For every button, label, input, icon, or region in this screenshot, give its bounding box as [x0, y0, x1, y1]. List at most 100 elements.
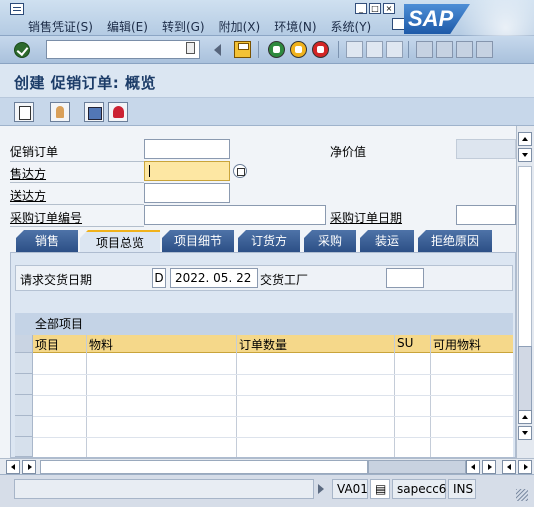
scroll-down-icon[interactable] [518, 148, 532, 162]
po-number-field[interactable] [144, 205, 326, 225]
col-header-order-quantity[interactable]: 订单数量 [239, 336, 287, 353]
ship-to-label: 送达方 [10, 189, 47, 203]
previous-page-icon[interactable] [436, 41, 453, 58]
window-controls: _ □ × [355, 3, 395, 14]
po-date-label: 采购订单日期 [330, 211, 403, 225]
status-message [14, 479, 314, 499]
po-date-field[interactable] [456, 205, 516, 225]
tab-item-detail[interactable]: 项目细节 [162, 230, 234, 252]
row-selector[interactable] [15, 416, 33, 437]
tab-procurement[interactable]: 采购 [304, 230, 356, 252]
first-page-icon[interactable] [416, 41, 433, 58]
display-document-icon[interactable] [14, 102, 34, 122]
row-selector[interactable] [15, 353, 33, 374]
save-icon[interactable] [234, 41, 251, 58]
scroll-left-icon[interactable] [6, 460, 20, 474]
tab-ordering-party[interactable]: 订货方 [238, 230, 300, 252]
scroll-track[interactable] [368, 460, 466, 474]
partner-icon[interactable] [50, 102, 70, 122]
col-header-material[interactable]: 物料 [89, 336, 113, 353]
value-help-icon[interactable] [233, 164, 247, 178]
header-output-icon[interactable] [108, 102, 128, 122]
status-expand-icon[interactable] [318, 484, 324, 494]
scroll-right-icon[interactable] [22, 460, 36, 474]
col-available-material: 可用物料 [431, 335, 513, 457]
print-icon[interactable] [346, 41, 363, 58]
scroll-left-icon[interactable] [466, 460, 480, 474]
header-details-icon[interactable] [84, 102, 104, 122]
tab-panel: 请求交货日期 D 2022. 05. 22 交货工厂 全部项目 项目 物料 订单… [10, 252, 516, 458]
col-header-item[interactable]: 项目 [35, 336, 59, 353]
col-order-quantity: 订单数量 [237, 335, 395, 457]
page-title: 创建 促销订单: 概览 [14, 74, 156, 92]
row-selector[interactable] [15, 437, 33, 457]
last-page-icon[interactable] [476, 41, 493, 58]
minimize-icon[interactable]: _ [355, 3, 367, 14]
scroll-thumb[interactable] [40, 460, 368, 474]
menu-item-document[interactable]: 销售凭证(S) [28, 18, 93, 35]
scroll-up-icon[interactable] [518, 410, 532, 424]
menu-item-edit[interactable]: 编辑(E) [107, 18, 148, 35]
toolbar-separator [338, 41, 339, 58]
col-header-su[interactable]: SU [397, 336, 413, 350]
req-delivery-date-field[interactable]: 2022. 05. 22 [170, 268, 258, 288]
menu-item-extras[interactable]: 附加(X) [219, 18, 261, 35]
enter-checkmark-icon[interactable] [14, 42, 30, 58]
sold-to-field[interactable] [144, 161, 230, 181]
application-toolbar [0, 98, 534, 126]
table-row [33, 374, 513, 375]
server-list-icon[interactable]: ▤ [370, 479, 390, 499]
row-selector[interactable] [15, 374, 33, 395]
command-field[interactable] [46, 40, 200, 59]
command-history-icon[interactable] [186, 42, 195, 54]
server-name: sapecc6 [392, 479, 446, 499]
select-all-cell[interactable] [15, 335, 33, 353]
delivery-date-row: 请求交货日期 D 2022. 05. 22 交货工厂 [15, 265, 513, 291]
scroll-right-icon[interactable] [482, 460, 496, 474]
horizontal-scrollbar[interactable] [0, 458, 534, 474]
find-next-icon[interactable] [386, 41, 403, 58]
table-title: 全部项目 [15, 313, 513, 335]
label-underline [10, 204, 144, 205]
close-icon[interactable]: × [383, 3, 395, 14]
maximize-icon[interactable]: □ [369, 3, 381, 14]
menu-item-goto[interactable]: 转到(G) [162, 18, 205, 35]
promo-order-label: 促销订单 [10, 145, 59, 159]
find-icon[interactable] [366, 41, 383, 58]
delivering-plant-field[interactable] [386, 268, 424, 288]
text-cursor [149, 165, 150, 177]
ship-to-field[interactable] [144, 183, 230, 203]
resize-grip-icon[interactable] [516, 489, 528, 501]
toolbar-separator [258, 41, 259, 58]
row-selector[interactable] [15, 395, 33, 416]
tab-strip: 销售 项目总览 项目细节 订货方 采购 装运 拒绝原因 [10, 230, 516, 252]
date-format-field[interactable]: D [152, 268, 166, 288]
cancel-icon[interactable] [312, 41, 329, 58]
toolbar-separator [408, 41, 409, 58]
arrow-left-icon[interactable] [214, 44, 221, 56]
tab-sales[interactable]: 销售 [16, 230, 78, 252]
exit-icon[interactable] [290, 41, 307, 58]
req-delivery-date-label: 请求交货日期 [20, 273, 93, 287]
table-row [33, 416, 513, 417]
menu-item-environment[interactable]: 环境(N) [274, 18, 316, 35]
scroll-down-icon[interactable] [518, 426, 532, 440]
scroll-right-icon[interactable] [518, 460, 532, 474]
status-bar: VA01 ▤ sapecc6 INS [0, 474, 534, 507]
promo-order-field[interactable] [144, 139, 230, 159]
menu-item-system[interactable]: 系统(Y) [331, 18, 372, 35]
tab-item-overview[interactable]: 项目总览 [80, 230, 160, 252]
label-underline [10, 182, 144, 183]
system-menu-icon[interactable] [10, 3, 24, 15]
col-header-available-material[interactable]: 可用物料 [433, 336, 481, 353]
back-icon[interactable] [268, 41, 285, 58]
tab-shipping[interactable]: 装运 [360, 230, 414, 252]
standard-toolbar [0, 36, 534, 64]
tab-reason-for-rejection[interactable]: 拒绝原因 [418, 230, 492, 252]
next-page-icon[interactable] [456, 41, 473, 58]
customize-layout-icon[interactable] [392, 18, 406, 30]
scroll-up-icon[interactable] [518, 132, 532, 146]
insert-mode[interactable]: INS [448, 479, 476, 499]
vertical-scrollbar[interactable] [516, 126, 534, 458]
scroll-left-icon[interactable] [502, 460, 516, 474]
